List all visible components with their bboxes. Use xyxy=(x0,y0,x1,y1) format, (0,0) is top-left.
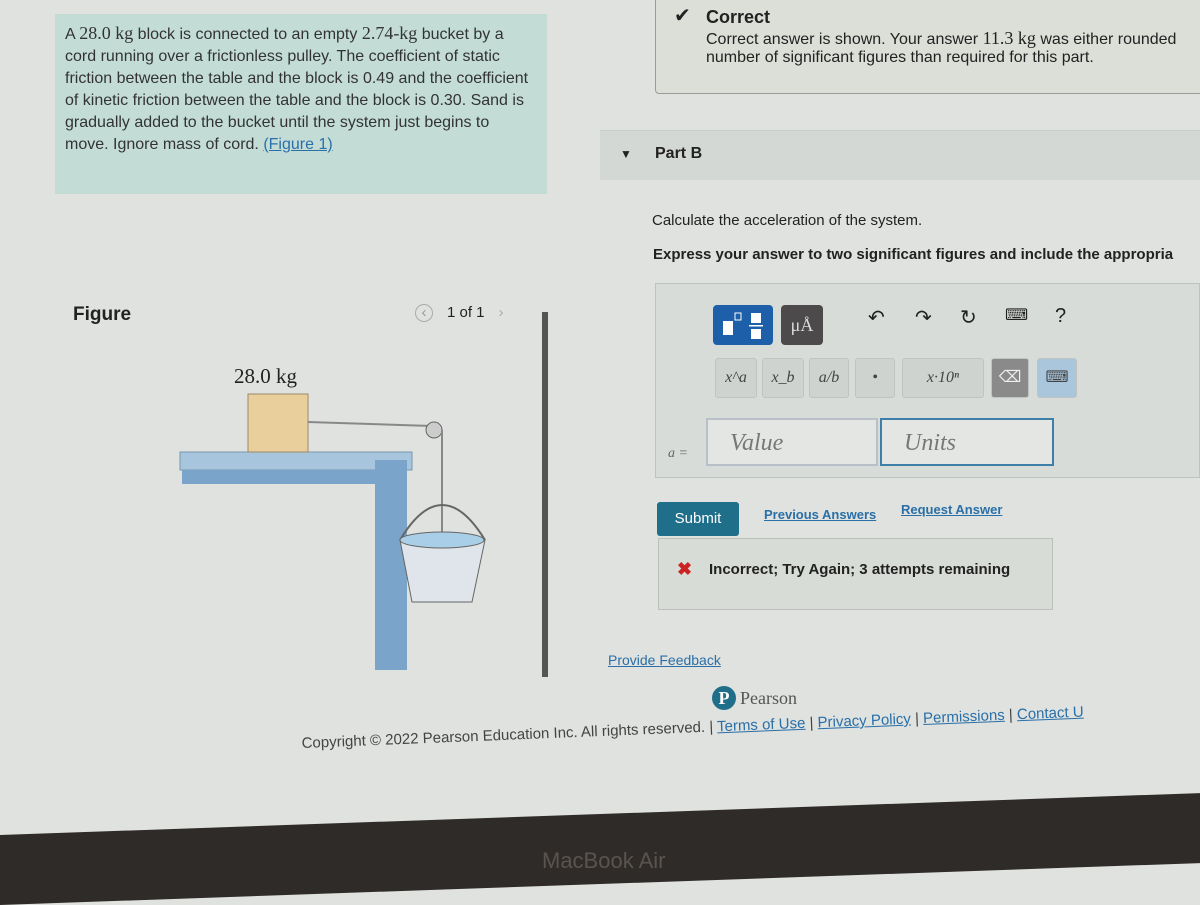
correct-feedback: ✔ Correct Correct answer is shown. Your … xyxy=(655,0,1200,94)
block-mass: 28.0 kg xyxy=(79,23,134,43)
table-leg xyxy=(375,460,407,670)
value-input[interactable]: Value xyxy=(706,418,878,466)
dot-key[interactable]: • xyxy=(855,358,895,398)
bucket-mass: 2.74-kg xyxy=(361,23,418,43)
figure-title: Figure xyxy=(73,304,132,325)
help-icon[interactable]: ? xyxy=(1055,305,1066,328)
templates-button[interactable] xyxy=(713,305,773,345)
instruction-text: Express your answer to two significant f… xyxy=(653,246,1174,263)
part-b-header[interactable]: ▼ Part B xyxy=(600,130,1200,180)
submit-button[interactable]: Submit xyxy=(657,502,739,536)
scientific-notation-key[interactable]: x·10ⁿ xyxy=(902,358,984,398)
part-label: Part B xyxy=(655,145,703,162)
x-icon: ✖ xyxy=(677,559,693,579)
result-text: Incorrect; Try Again; 3 attempts remaini… xyxy=(709,561,1011,578)
brand-name: Pearson xyxy=(740,688,797,708)
answer-value: 11.3 kg xyxy=(982,28,1036,48)
superscript-key[interactable]: x^a xyxy=(715,358,757,398)
checkmark-icon: ✔ xyxy=(674,5,691,27)
permissions-link[interactable]: Permissions xyxy=(923,707,1005,727)
previous-answers-link[interactable]: Previous Answers xyxy=(764,507,876,522)
problem-statement: A 28.0 kg block is connected to an empty… xyxy=(55,14,547,194)
contact-link[interactable]: Contact U xyxy=(1017,704,1084,724)
reset-icon[interactable]: ↻ xyxy=(960,305,977,330)
block xyxy=(247,393,309,453)
feedback-line: number of significant figures than requi… xyxy=(706,49,1094,66)
bezel-label: MacBook Air xyxy=(542,848,666,873)
text: bucket by a cord running over a friction… xyxy=(65,26,529,153)
footer: Copyright © 2022 Pearson Education Inc. … xyxy=(301,703,1084,752)
figure-diagram xyxy=(179,393,486,670)
figure-link[interactable]: (Figure 1) xyxy=(263,136,332,153)
incorrect-feedback: ✖ Incorrect; Try Again; 3 attempts remai… xyxy=(658,538,1053,610)
request-answer-link[interactable]: Request Answer xyxy=(901,502,1002,517)
feedback-title: Correct xyxy=(706,7,771,27)
subscript-key[interactable]: x_b xyxy=(762,358,804,398)
provide-feedback-link[interactable]: Provide Feedback xyxy=(608,652,721,668)
units-button[interactable]: μÅ xyxy=(781,305,823,345)
text: Correct answer is shown. Your answer xyxy=(706,31,983,48)
table-edge xyxy=(182,470,382,484)
units-input[interactable]: Units xyxy=(880,418,1054,466)
backspace-icon[interactable]: ⌫ xyxy=(991,358,1029,398)
variable-label: a = xyxy=(668,446,688,461)
text: A xyxy=(65,26,80,43)
cord xyxy=(307,421,433,427)
text: was either rounded xyxy=(1035,31,1177,48)
fraction-key[interactable]: a/b xyxy=(809,358,849,398)
keyboard-toggle-icon[interactable]: ⌨ xyxy=(1037,358,1077,398)
text: block is connected to an empty xyxy=(133,26,362,43)
collapse-triangle-icon: ▼ xyxy=(620,147,632,161)
keyboard-icon[interactable]: ⌨ xyxy=(1005,305,1028,325)
templates-icon xyxy=(723,312,763,339)
pearson-icon: P xyxy=(712,686,736,710)
redo-icon[interactable]: ↷ xyxy=(915,305,932,330)
question-text: Calculate the acceleration of the system… xyxy=(652,212,923,229)
terms-link[interactable]: Terms of Use xyxy=(717,715,806,736)
pearson-logo: P Pearson xyxy=(712,686,797,710)
figure-pager: ‹ 1 of 1 › xyxy=(415,304,504,322)
copyright: Copyright © 2022 Pearson Education Inc. … xyxy=(301,718,706,752)
next-figure-button[interactable]: › xyxy=(499,304,504,321)
undo-icon[interactable]: ↶ xyxy=(868,305,885,330)
block-mass-label: 28.0 kg xyxy=(234,364,297,388)
pulley xyxy=(425,421,443,439)
figure-divider xyxy=(542,312,548,677)
prev-figure-button[interactable]: ‹ xyxy=(415,304,433,322)
privacy-link[interactable]: Privacy Policy xyxy=(817,711,911,732)
bucket xyxy=(399,539,486,603)
bucket-rim xyxy=(399,531,485,549)
pager-text: 1 of 1 xyxy=(447,304,485,321)
